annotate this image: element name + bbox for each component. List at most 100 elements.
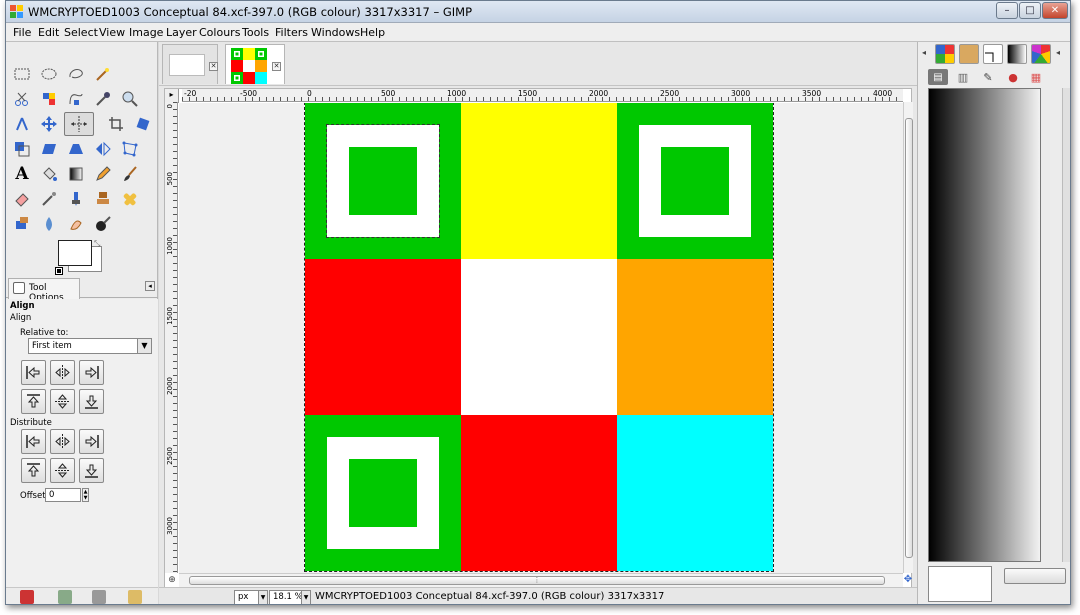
dock-tab-menu-icon[interactable]: ◂ <box>1056 48 1060 57</box>
menu-file[interactable]: File <box>13 26 31 39</box>
image-tab-1[interactable]: ✕ <box>162 44 218 84</box>
swap-colors-icon[interactable]: ⤡ <box>94 240 102 248</box>
cage-icon[interactable] <box>118 137 142 161</box>
gradient-preview[interactable] <box>928 88 1041 562</box>
tab-menu-icon[interactable]: ◂ <box>145 281 155 291</box>
distribute-right-button[interactable] <box>79 429 104 454</box>
scissors-select-icon[interactable] <box>10 87 34 111</box>
scrollbar-thumb[interactable] <box>905 118 913 558</box>
image-tab-2[interactable]: ✕ <box>225 44 285 84</box>
eraser-icon[interactable] <box>10 187 34 211</box>
rotate-icon[interactable] <box>131 112 155 136</box>
distribute-top-button[interactable] <box>21 458 46 483</box>
free-select-icon[interactable] <box>64 62 88 86</box>
histogram-icon[interactable]: ▦ <box>1026 69 1046 85</box>
align-top-button[interactable] <box>21 389 46 414</box>
align-middle-button[interactable] <box>50 389 75 414</box>
paths-icon[interactable] <box>64 87 88 111</box>
distribute-middle-button[interactable] <box>50 458 75 483</box>
dock-scrollbar[interactable] <box>1062 88 1070 562</box>
clone-icon[interactable] <box>91 187 115 211</box>
palette-icon[interactable] <box>935 44 955 64</box>
vertical-scrollbar[interactable] <box>903 102 913 573</box>
canvas-viewport[interactable] <box>179 103 903 573</box>
close-tab-icon[interactable]: ✕ <box>209 62 218 71</box>
dodge-burn-icon[interactable] <box>91 212 115 236</box>
vertical-ruler[interactable]: 0 500 1000 1500 2000 2500 3000 <box>165 102 178 573</box>
fg-bg-colors[interactable]: ⤡ <box>55 240 106 276</box>
fuzzy-select-icon[interactable] <box>91 62 115 86</box>
scrollbar-thumb[interactable]: ⋮ <box>189 576 885 585</box>
rect-select-icon[interactable] <box>10 62 34 86</box>
relative-to-select[interactable]: First item ▼ <box>28 338 152 354</box>
blur-icon[interactable] <box>37 212 61 236</box>
align-icon[interactable] <box>64 112 94 136</box>
offset-input[interactable]: 0 <box>45 488 81 502</box>
airbrush-icon[interactable] <box>37 187 61 211</box>
scale-icon[interactable] <box>10 137 34 161</box>
align-right-button[interactable] <box>79 360 104 385</box>
menu-image[interactable]: Image <box>129 26 163 39</box>
maximize-button[interactable]: □ <box>1019 2 1041 19</box>
ink-icon[interactable] <box>64 187 88 211</box>
perspective-clone-icon[interactable] <box>10 212 34 236</box>
menu-colours[interactable]: Colours <box>199 26 240 39</box>
dock-preview-swatch[interactable] <box>928 566 992 602</box>
menu-help[interactable]: Help <box>360 26 385 39</box>
menu-edit[interactable]: Edit <box>38 26 59 39</box>
horizontal-scrollbar[interactable]: ⋮ <box>179 573 903 587</box>
unit-select[interactable]: px ▼ <box>234 590 268 604</box>
close-tab-icon[interactable]: ✕ <box>272 62 281 71</box>
fonts-icon[interactable] <box>1031 44 1051 64</box>
blend-icon[interactable] <box>64 162 88 186</box>
reset-options-icon[interactable] <box>128 590 142 604</box>
menu-layer[interactable]: Layer <box>166 26 197 39</box>
minimize-button[interactable]: – <box>996 2 1018 19</box>
quick-mask-toggle-icon[interactable]: ▸ <box>165 89 179 103</box>
image-artwork[interactable] <box>304 103 774 572</box>
dock-menu-icon[interactable]: ◂ <box>922 48 926 57</box>
menu-view[interactable]: View <box>99 26 125 39</box>
restore-options-icon[interactable] <box>58 590 72 604</box>
measure-icon[interactable] <box>10 112 34 136</box>
distribute-center-button[interactable] <box>50 429 75 454</box>
tool-options-tab[interactable]: Tool Options <box>8 278 80 303</box>
close-button[interactable]: ✕ <box>1042 2 1068 19</box>
ellipse-select-icon[interactable] <box>37 62 61 86</box>
perspective-icon[interactable] <box>64 137 88 161</box>
crop-icon[interactable] <box>104 112 128 136</box>
shear-icon[interactable] <box>37 137 61 161</box>
layers-icon[interactable]: ▤ <box>928 69 948 85</box>
zoom-toggle-icon[interactable]: ⊕ <box>165 573 179 587</box>
navigate-icon[interactable]: ✥ <box>903 573 913 587</box>
patterns-icon[interactable] <box>983 44 1003 64</box>
move-icon[interactable] <box>37 112 61 136</box>
channels-icon[interactable]: ▥ <box>953 69 973 85</box>
color-select-icon[interactable] <box>37 87 61 111</box>
colormap-icon[interactable]: ● <box>1003 69 1023 85</box>
paintbrush-icon[interactable] <box>118 162 142 186</box>
align-left-button[interactable] <box>21 360 46 385</box>
menu-select[interactable]: Select <box>64 26 98 39</box>
horizontal-ruler[interactable]: -20 -500 0 500 1000 1500 2000 2500 3000 … <box>182 89 903 102</box>
distribute-left-button[interactable] <box>21 429 46 454</box>
save-options-icon[interactable] <box>20 590 34 604</box>
heal-icon[interactable] <box>118 187 142 211</box>
align-bottom-button[interactable] <box>79 389 104 414</box>
zoom-select[interactable]: 18.1 % ▼ <box>269 590 311 604</box>
delete-options-icon[interactable] <box>92 590 106 604</box>
menu-windows[interactable]: Windows <box>311 26 360 39</box>
pencil-icon[interactable] <box>91 162 115 186</box>
bucket-fill-icon[interactable] <box>37 162 61 186</box>
foreground-color-swatch[interactable] <box>58 240 92 266</box>
gradient-icon[interactable] <box>1007 44 1027 64</box>
align-center-button[interactable] <box>50 360 75 385</box>
default-colors-icon[interactable] <box>55 267 63 275</box>
color-picker-icon[interactable] <box>91 87 115 111</box>
offset-spinner[interactable]: ▲ ▼ <box>82 488 89 502</box>
paths-dock-icon[interactable]: ✎ <box>978 69 998 85</box>
zoom-icon[interactable] <box>118 87 142 111</box>
flip-icon[interactable] <box>91 137 115 161</box>
distribute-bottom-button[interactable] <box>79 458 104 483</box>
smudge-icon[interactable] <box>64 212 88 236</box>
